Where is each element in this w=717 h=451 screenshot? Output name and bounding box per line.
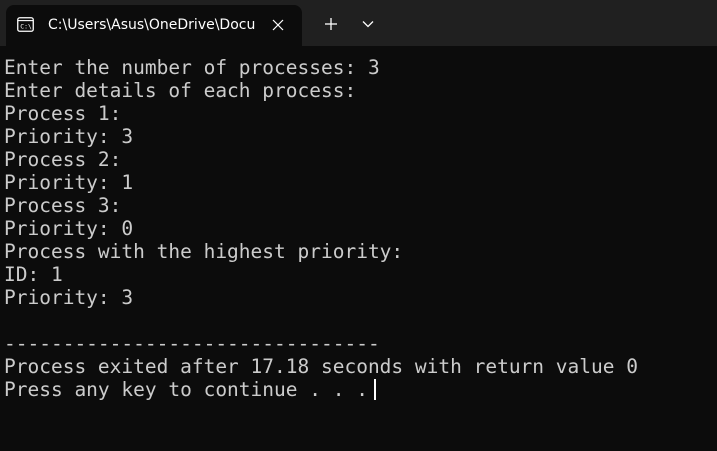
terminal-line: Enter details of each process: <box>4 79 357 102</box>
tab-dropdown-button[interactable] <box>353 8 383 40</box>
prompt-line: Press any key to continue . . . <box>4 378 376 401</box>
terminal-line: Process 1: <box>4 102 122 125</box>
exit-status-line: Process exited after 17.18 seconds with … <box>4 355 638 378</box>
terminal-line: Process 2: <box>4 148 122 171</box>
text-cursor <box>373 379 376 400</box>
terminal-tab[interactable]: C:\ C:\Users\Asus\OneDrive\Docu <box>6 5 302 46</box>
terminal-window: C:\ C:\Users\Asus\OneDrive\Docu Enter th… <box>0 0 717 451</box>
prompt-text: Press any key to continue . . . <box>4 378 368 401</box>
chevron-down-icon <box>362 21 374 28</box>
separator-line: -------------------------------- <box>4 332 380 355</box>
console-icon: C:\ <box>17 17 34 32</box>
terminal-line: Process with the highest priority: <box>4 240 404 263</box>
tab-title: C:\Users\Asus\OneDrive\Docu <box>48 17 256 33</box>
terminal-line: Priority: 0 <box>4 217 134 240</box>
terminal-output[interactable]: Enter the number of processes: 3 Enter d… <box>0 54 717 451</box>
new-tab-button[interactable] <box>315 8 347 40</box>
terminal-line: Process 3: <box>4 194 122 217</box>
terminal-line: Enter the number of processes: 3 <box>4 56 380 79</box>
terminal-line: Priority: 3 <box>4 286 134 309</box>
close-icon <box>272 19 284 31</box>
svg-text:C:\: C:\ <box>20 23 32 31</box>
tab-close-button[interactable] <box>263 10 293 40</box>
terminal-line: ID: 1 <box>4 263 63 286</box>
plus-icon <box>325 18 337 30</box>
terminal-line: Priority: 1 <box>4 171 134 194</box>
tab-bar: C:\ C:\Users\Asus\OneDrive\Docu <box>0 0 717 46</box>
terminal-line: Priority: 3 <box>4 125 134 148</box>
